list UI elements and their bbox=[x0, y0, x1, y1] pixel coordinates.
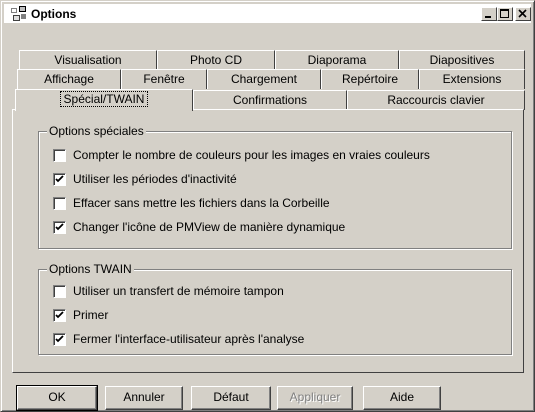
tab-visualisation[interactable]: Visualisation bbox=[19, 50, 157, 70]
special-options-label: Options spéciales bbox=[47, 124, 146, 138]
checkmark-icon bbox=[55, 223, 64, 231]
tab-label: Repértoire bbox=[341, 72, 399, 86]
maximize-icon bbox=[500, 9, 509, 18]
help-button[interactable]: Aide bbox=[363, 386, 441, 410]
tab-label: Diaporama bbox=[307, 53, 367, 67]
tab-chargement[interactable]: Chargement bbox=[207, 69, 321, 89]
tab-label: Chargement bbox=[230, 72, 298, 86]
dynamic-icon-label: Changer l'icône de PMView de manière dyn… bbox=[73, 220, 346, 234]
delete-no-recycle-label: Effacer sans mettre les fichiers dans la… bbox=[73, 196, 330, 210]
tab-confirmations[interactable]: Confirmations bbox=[193, 90, 347, 110]
tab-label: Raccourcis clavier bbox=[387, 93, 485, 107]
minimize-icon bbox=[485, 16, 491, 18]
delete-no-recycle-checkbox[interactable] bbox=[53, 197, 66, 210]
close-ui-after-scan-checkbox[interactable] bbox=[53, 333, 66, 346]
tab-label: Diapositives bbox=[429, 53, 495, 67]
options-dialog: Options Visualisation Photo CD Diaporama… bbox=[0, 0, 535, 412]
maximize-button[interactable] bbox=[497, 7, 513, 21]
window-title: Options bbox=[31, 7, 77, 21]
tab-extensions[interactable]: Extensions bbox=[419, 69, 525, 89]
tab-photo-cd[interactable]: Photo CD bbox=[157, 50, 275, 70]
tab-raccourcis-clavier[interactable]: Raccourcis clavier bbox=[347, 90, 525, 110]
tab-diapositives[interactable]: Diapositives bbox=[399, 50, 525, 70]
pmview-app-icon bbox=[11, 6, 27, 21]
checkmark-icon bbox=[55, 311, 64, 319]
twain-options-label: Options TWAIN bbox=[47, 262, 134, 276]
close-ui-after-scan-label: Fermer l'interface-utilisateur après l'a… bbox=[73, 332, 305, 346]
idle-periods-label: Utiliser les périodes d'inactivité bbox=[73, 172, 237, 186]
tab-affichage[interactable]: Affichage bbox=[17, 69, 121, 89]
tab-repertoire[interactable]: Repértoire bbox=[321, 69, 419, 89]
default-button[interactable]: Défaut bbox=[191, 386, 271, 410]
tab-special-twain[interactable]: Spécial/TWAIN bbox=[15, 89, 193, 111]
tab-fenetre[interactable]: Fenêtre bbox=[121, 69, 207, 89]
ok-button[interactable]: OK bbox=[16, 385, 98, 411]
tab-label: Photo CD bbox=[189, 53, 243, 67]
close-icon bbox=[518, 9, 527, 18]
apply-button[interactable]: Appliquer bbox=[277, 386, 353, 410]
count-colors-checkbox[interactable] bbox=[53, 149, 66, 162]
count-colors-label: Compter le nombre de couleurs pour les i… bbox=[73, 148, 430, 162]
tab-panel-special-twain: Options spéciales Compter le nombre de c… bbox=[12, 109, 524, 373]
tab-label: Fenêtre bbox=[143, 72, 185, 86]
title-bar[interactable]: Options bbox=[4, 4, 531, 23]
tab-label: Affichage bbox=[44, 72, 94, 86]
tab-diaporama[interactable]: Diaporama bbox=[275, 50, 399, 70]
primer-label: Primer bbox=[73, 308, 109, 322]
tab-label: Visualisation bbox=[54, 53, 122, 67]
tab-label: Spécial/TWAIN bbox=[59, 91, 149, 107]
primer-checkbox[interactable] bbox=[53, 309, 66, 322]
checkmark-icon bbox=[55, 175, 64, 183]
special-options-group: Options spéciales Compter le nombre de c… bbox=[38, 124, 512, 249]
twain-options-group: Options TWAIN Utiliser un transfert de m… bbox=[38, 262, 512, 355]
checkmark-icon bbox=[55, 335, 64, 343]
tab-label: Confirmations bbox=[232, 93, 308, 107]
buffer-transfer-label: Utiliser un transfert de mémoire tampon bbox=[73, 284, 284, 298]
tab-label: Extensions bbox=[442, 72, 502, 86]
cancel-button[interactable]: Annuler bbox=[105, 386, 183, 410]
buffer-transfer-checkbox[interactable] bbox=[53, 285, 66, 298]
close-button[interactable] bbox=[515, 7, 531, 21]
idle-periods-checkbox[interactable] bbox=[53, 173, 66, 186]
dynamic-icon-checkbox[interactable] bbox=[53, 221, 66, 234]
minimize-button[interactable] bbox=[481, 7, 497, 21]
